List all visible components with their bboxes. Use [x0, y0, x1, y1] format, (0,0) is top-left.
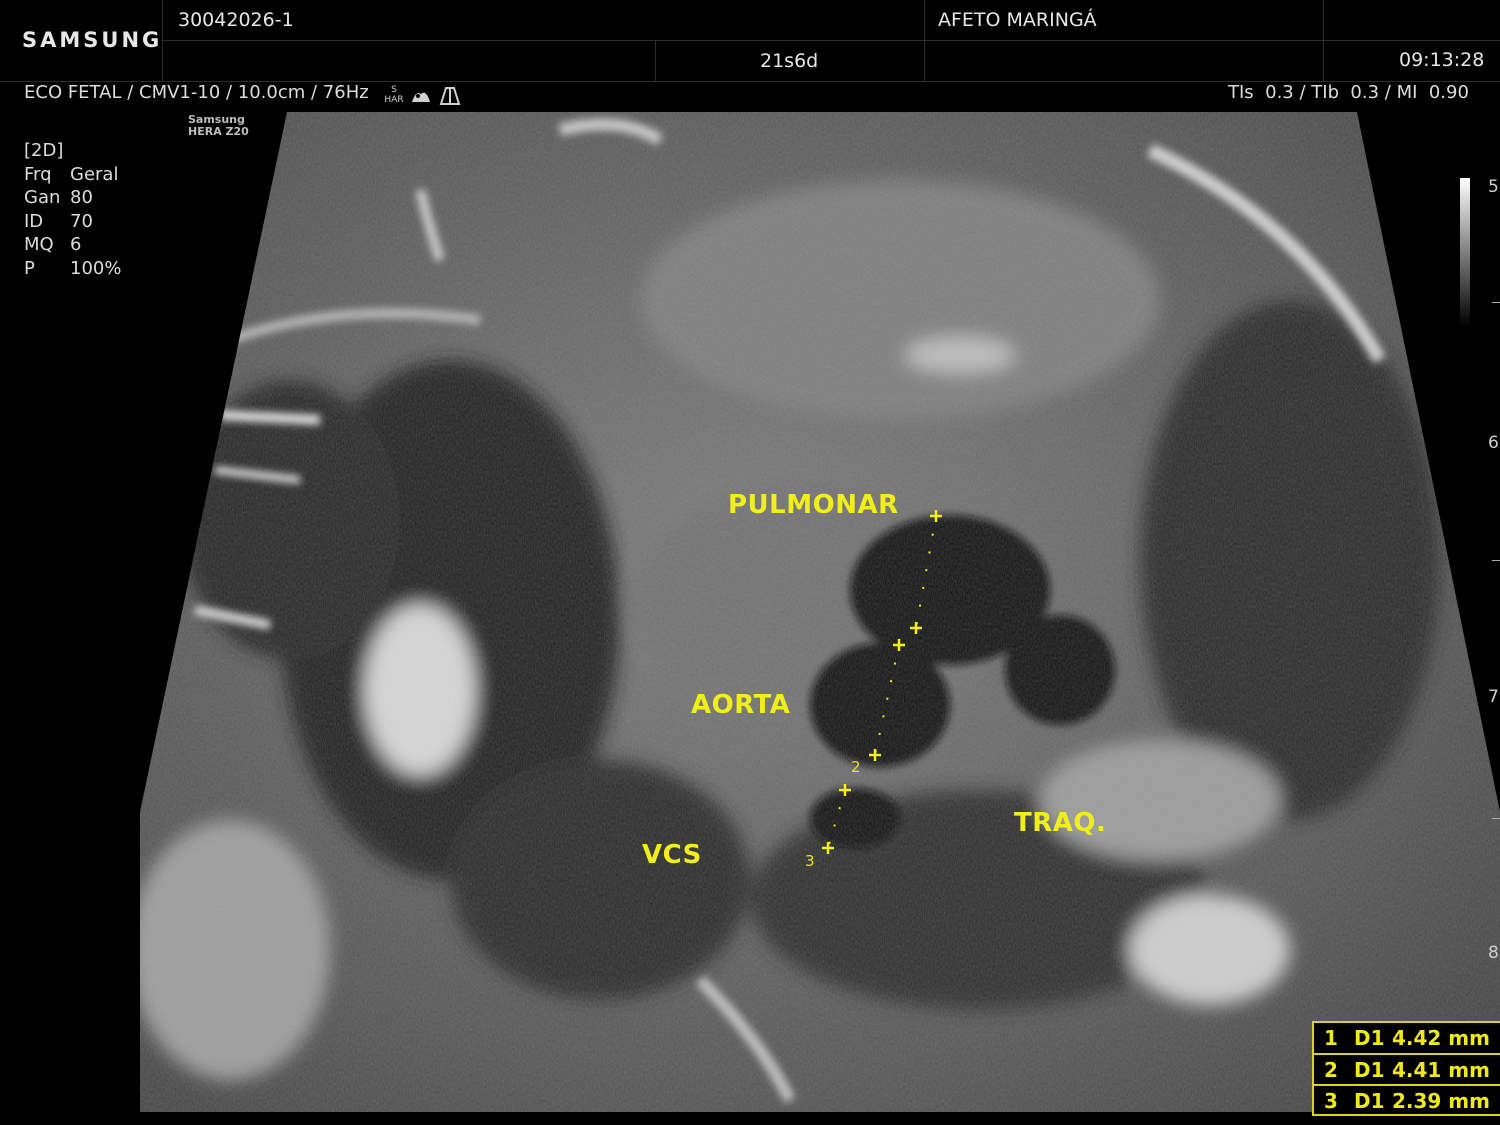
param-row: Gan 80 [24, 187, 93, 208]
measurement-row[interactable]: 2 D1 4.41 mm [1314, 1055, 1500, 1087]
depth-mark: 7 [1488, 687, 1499, 707]
thermal-index: TIs 0.3 / TIb 0.3 / MI 0.90 [1228, 82, 1469, 103]
depth-tick [1492, 818, 1500, 819]
depth-mark: 5 [1488, 177, 1499, 197]
preset-info: ECO FETAL / CMV1-10 / 10.0cm / 76Hz [24, 82, 369, 103]
measurement-results: 1 D1 4.42 mm 2 D1 4.41 mm 3 D1 2.39 mm [1312, 1021, 1500, 1116]
label-vcs[interactable]: VCS [642, 840, 702, 870]
label-traq[interactable]: TRAQ. [1014, 808, 1106, 838]
har-indicator: S HAR [384, 85, 404, 105]
imaging-parameters: [2D] Frq Geral Gan 80 ID 70 MQ 6 P 100% [24, 139, 121, 280]
depth-mark: 6 [1488, 433, 1499, 453]
param-row: P 100% [24, 257, 122, 279]
depth-tick [1492, 302, 1500, 303]
patient-id: 30042026-1 [178, 9, 294, 31]
ultrasound-image[interactable] [0, 0, 1500, 1125]
brand-logo: SAMSUNG [22, 28, 163, 52]
imaging-mode: [2D] [24, 140, 64, 161]
sector-icon [439, 86, 461, 110]
measurement-row[interactable]: 1 D1 4.42 mm [1314, 1023, 1500, 1055]
header-bar: SAMSUNG 30042026-1 AFETO MARINGÁ 21s6d 0… [0, 0, 1500, 82]
label-pulmonar[interactable]: PULMONAR [728, 490, 899, 520]
param-row: Frq Geral [24, 163, 119, 185]
param-row: MQ 6 [24, 234, 82, 255]
device-model: Samsung HERA Z20 [188, 113, 249, 138]
institution-name: AFETO MARINGÁ [938, 9, 1097, 31]
gestational-age: 21s6d [760, 50, 819, 72]
measurement-row[interactable]: 3 D1 2.39 mm [1314, 1086, 1500, 1116]
depth-tick [1492, 560, 1500, 561]
probe-orientation-icon [410, 86, 432, 110]
caliper-markers [822, 510, 942, 854]
grayscale-bar [1460, 178, 1470, 326]
param-row: ID 70 [24, 210, 93, 232]
label-aorta[interactable]: AORTA [691, 690, 790, 720]
caliper-number-3: 3 [805, 852, 815, 870]
caliper-number-2: 2 [851, 758, 861, 776]
caliper-overlay [822, 510, 942, 854]
depth-mark: 8 [1488, 943, 1499, 963]
clock-time: 09:13:28 [1399, 49, 1485, 71]
